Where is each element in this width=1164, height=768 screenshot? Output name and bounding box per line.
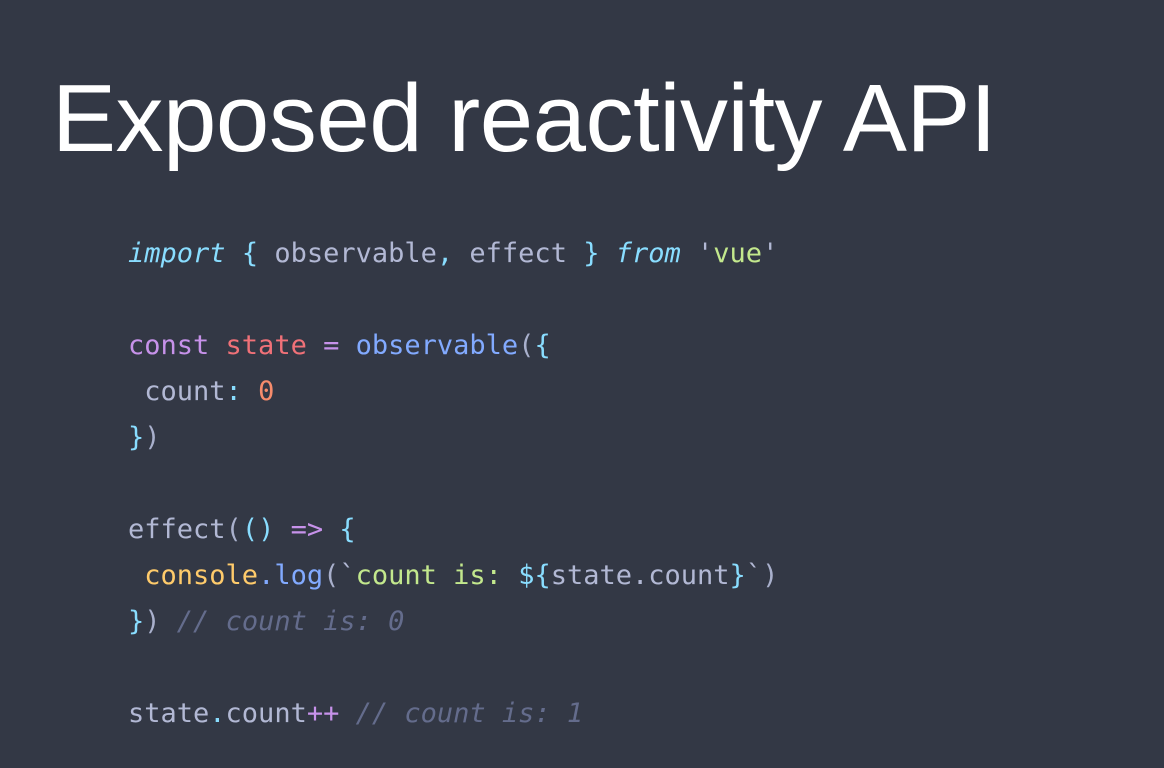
code-token: // count is: 1	[355, 698, 584, 729]
code-token: observable	[355, 330, 519, 361]
code-token: ,	[436, 238, 454, 269]
code-token: (	[323, 560, 340, 591]
code-token: ${	[518, 560, 551, 591]
code-token: }	[583, 238, 600, 269]
code-token: .	[632, 560, 649, 591]
code-token: state	[225, 330, 307, 361]
code-token: '	[762, 238, 779, 269]
line-blank-1	[128, 277, 778, 323]
code-token: :	[225, 376, 242, 407]
code-token: vue	[713, 238, 763, 269]
code-token: console	[144, 560, 259, 591]
line-count-prop: count: 0	[128, 369, 778, 415]
code-token: .	[258, 560, 275, 591]
code-token: ()	[241, 514, 275, 545]
code-token: }	[128, 606, 145, 637]
line-blank-2	[128, 461, 778, 507]
code-token: const	[128, 330, 210, 361]
line-effect-open: effect(() => {	[128, 507, 778, 553]
code-token: .	[209, 698, 226, 729]
code-token: count	[128, 376, 226, 407]
line-close-effect: }) // count is: 0	[128, 599, 778, 645]
code-token: effect	[453, 238, 584, 269]
code-token: import	[128, 238, 226, 269]
line-import: import { observable, effect } from 'vue'	[128, 231, 778, 277]
code-token: )	[762, 560, 779, 591]
page-title: Exposed reactivity API	[52, 65, 997, 173]
code-token: count is:	[355, 560, 519, 591]
code-token: count	[648, 560, 730, 591]
code-token: from	[615, 238, 681, 269]
code-token: {	[339, 514, 356, 545]
code-token: }	[729, 560, 746, 591]
code-token: observable	[258, 238, 437, 269]
code-token: =>	[290, 514, 324, 545]
code-token: `	[745, 560, 763, 591]
code-token: `	[339, 560, 356, 591]
code-token: )	[144, 422, 161, 453]
code-token: ++	[306, 698, 340, 729]
code-token: }	[128, 422, 145, 453]
code-token: state	[550, 560, 632, 591]
code-snippet: import { observable, effect } from 'vue'…	[128, 231, 778, 737]
code-token: )	[144, 606, 161, 637]
line-close-observable: })	[128, 415, 778, 461]
code-token: state	[128, 698, 210, 729]
code-token: effect	[128, 514, 226, 545]
code-token: (	[518, 330, 535, 361]
code-token: {	[241, 238, 259, 269]
line-console-log: console.log(`count is: ${state.count}`)	[128, 553, 778, 599]
line-const-state: const state = observable({	[128, 323, 778, 369]
code-token: 0	[258, 376, 275, 407]
code-token: '	[697, 238, 714, 269]
line-blank-3	[128, 645, 778, 691]
line-increment: state.count++ // count is: 1	[128, 691, 778, 737]
code-token: (	[225, 514, 242, 545]
code-token: log	[274, 560, 324, 591]
slide-root: Exposed reactivity API import { observab…	[0, 0, 1164, 768]
code-token: count	[225, 698, 307, 729]
code-token: {	[534, 330, 551, 361]
code-token: // count is: 0	[176, 606, 405, 637]
code-token: =	[323, 330, 340, 361]
